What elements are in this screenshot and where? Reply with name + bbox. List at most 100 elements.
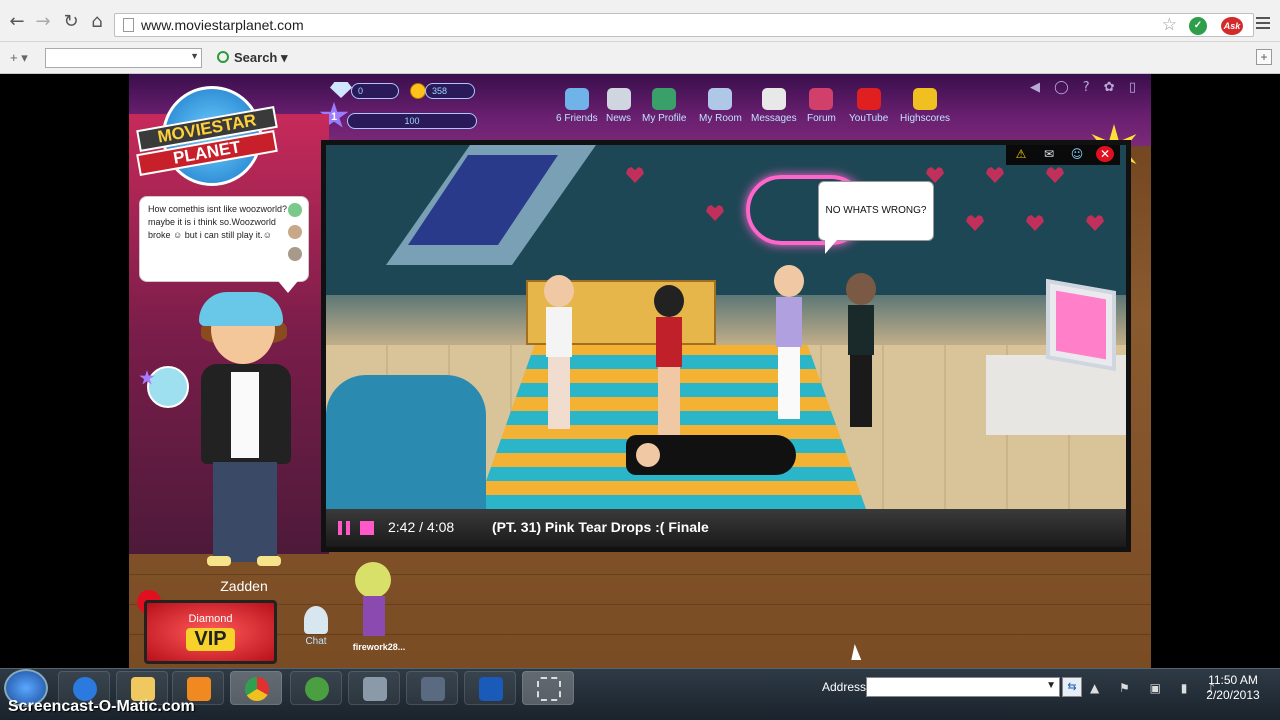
nav-label: Forum — [807, 113, 836, 124]
bubble-tail — [278, 281, 298, 293]
news-icon — [606, 88, 631, 110]
video-character — [766, 265, 812, 425]
floor-plank — [129, 604, 1151, 605]
character-head — [654, 285, 684, 317]
forum-icon — [809, 88, 834, 110]
taskbar-scanner[interactable] — [348, 671, 400, 705]
bed — [326, 375, 486, 509]
taskbar-chrome[interactable] — [230, 671, 282, 705]
chat-sender-icon[interactable] — [288, 247, 302, 261]
computer-monitor — [1046, 278, 1116, 372]
avatar-shoe — [207, 556, 231, 566]
username-label: Zadden — [220, 578, 268, 594]
friends-icon — [564, 88, 589, 110]
scanner-icon — [363, 677, 387, 701]
taskbar-scanner2[interactable] — [406, 671, 458, 705]
chat-button[interactable]: Chat — [301, 606, 331, 650]
clock-time: 11:50 AM — [1208, 673, 1258, 687]
character-body — [776, 297, 802, 347]
taskbar-address-input[interactable]: ▼ — [866, 677, 1060, 697]
avatar-shoe — [257, 556, 281, 566]
url-text[interactable]: www.moviestarplanet.com — [141, 17, 304, 33]
bookmark-star-icon[interactable]: ☆ — [1162, 15, 1177, 35]
chevron-down-icon[interactable]: ▼ — [1046, 680, 1056, 691]
floor-plank — [129, 634, 1151, 635]
nav-label: 6 Friends — [556, 113, 598, 124]
address-bar[interactable]: www.moviestarplanet.com ☆ ✓ Ask — [114, 13, 1254, 37]
system-tray[interactable]: ▲ ⚑ ▣ ▮ ♪ — [1090, 681, 1223, 695]
pause-button[interactable] — [338, 521, 350, 535]
stop-button[interactable] — [360, 521, 374, 535]
video-player[interactable]: NO WHATS WRONG? ⚠ ✉ ☺ ✕ 2:42 / 4:08 (PT.… — [321, 140, 1131, 552]
clock[interactable]: 11:50 AM 2/20/2013 — [1204, 673, 1262, 703]
toolbar-add-button[interactable]: + ▾ — [10, 50, 40, 66]
mail-icon[interactable]: ✉ — [1040, 146, 1058, 162]
coin-icon — [410, 83, 426, 99]
nav-highscores[interactable]: Highscores — [900, 88, 950, 124]
toolbar-plus-button[interactable]: + — [1256, 49, 1272, 65]
back-button[interactable]: ← — [6, 11, 28, 33]
character-legs — [658, 367, 680, 439]
nav-messages[interactable]: Messages — [751, 88, 797, 124]
other-player-avatar[interactable]: firework28... — [349, 562, 409, 654]
video-character — [838, 273, 884, 433]
character-body — [546, 307, 572, 357]
messages-icon — [761, 88, 786, 110]
nav-youtube[interactable]: YouTube — [849, 88, 888, 124]
nav-my-room[interactable]: My Room — [699, 88, 742, 124]
ask-extension-icon[interactable]: Ask — [1221, 17, 1243, 35]
address-go-button[interactable]: ⇆ — [1062, 677, 1082, 697]
character-head — [774, 265, 804, 297]
chevron-down-icon[interactable]: ▼ — [190, 51, 199, 61]
nav-label: News — [606, 113, 632, 124]
search-label: Search ▾ — [234, 50, 288, 65]
browser-toolbar: ← → ↻ ⌂ www.moviestarplanet.com ☆ ✓ Ask — [0, 0, 1280, 42]
reload-button[interactable]: ↻ — [60, 11, 82, 33]
nav-label: Highscores — [900, 113, 951, 124]
nav-my-profile[interactable]: My Profile — [642, 88, 686, 124]
character-head — [636, 443, 660, 467]
vip-label: VIP — [186, 628, 235, 651]
taskbar-screencast[interactable] — [522, 671, 574, 705]
extension-icon[interactable]: ✓ — [1189, 17, 1207, 35]
clock-date: 2/20/2013 — [1206, 688, 1260, 702]
video-time: 2:42 / 4:08 — [388, 519, 455, 535]
chat-icon — [304, 606, 328, 634]
floor-plank — [129, 574, 1151, 575]
video-room-icons: ⚠ ✉ ☺ ✕ — [1006, 145, 1120, 165]
character-legs — [548, 357, 570, 429]
video-speech-bubble: NO WHATS WRONG? — [818, 181, 934, 254]
video-frame[interactable]: NO WHATS WRONG? ⚠ ✉ ☺ ✕ — [326, 145, 1126, 509]
character-body — [848, 305, 874, 355]
chat-sender-icon[interactable] — [288, 203, 302, 217]
nav-label: My Room — [699, 113, 742, 124]
taskbar-word[interactable] — [464, 671, 516, 705]
screencast-icon — [537, 677, 561, 701]
fame-bar: 100 — [347, 113, 477, 129]
moviestarplanet-logo[interactable]: MOVIESTAR PLANET — [136, 84, 278, 186]
game-frame: 0 358 1 100 6 Friends News My Profile My… — [129, 74, 1151, 668]
chat-sender-icon[interactable] — [288, 225, 302, 239]
nav-news[interactable]: News — [606, 88, 631, 124]
nav-forum[interactable]: Forum — [807, 88, 836, 124]
taskbar: Address ▼ ⇆ ▲ ⚑ ▣ ▮ ♪ 11:50 AM 2/20/2013… — [0, 668, 1280, 720]
utorrent-icon — [305, 677, 329, 701]
gamepad-badge-icon[interactable] — [147, 366, 189, 408]
menu-icon[interactable] — [1256, 17, 1270, 29]
nav-friends[interactable]: 6 Friends — [556, 88, 598, 124]
forward-button[interactable]: → — [32, 11, 54, 33]
character-body — [656, 317, 682, 367]
game-settings-controls[interactable]: ◀ ◯ ? ✿ ▯ — [1030, 80, 1141, 95]
home-button[interactable]: ⌂ — [86, 11, 108, 33]
people-icon[interactable]: ☺ — [1068, 146, 1086, 162]
warning-icon[interactable]: ⚠ — [1012, 146, 1030, 162]
taskbar-utorrent[interactable] — [290, 671, 342, 705]
vip-badge[interactable]: Diamond VIP — [144, 600, 277, 664]
close-icon[interactable]: ✕ — [1096, 146, 1114, 162]
monitor-screen — [1056, 290, 1106, 360]
player-avatar[interactable] — [191, 292, 301, 574]
character-head — [846, 273, 876, 305]
lying-character — [626, 435, 796, 475]
toolbar-search-input[interactable]: ▼ — [45, 48, 202, 68]
search-button[interactable]: Search ▾ — [217, 50, 288, 66]
